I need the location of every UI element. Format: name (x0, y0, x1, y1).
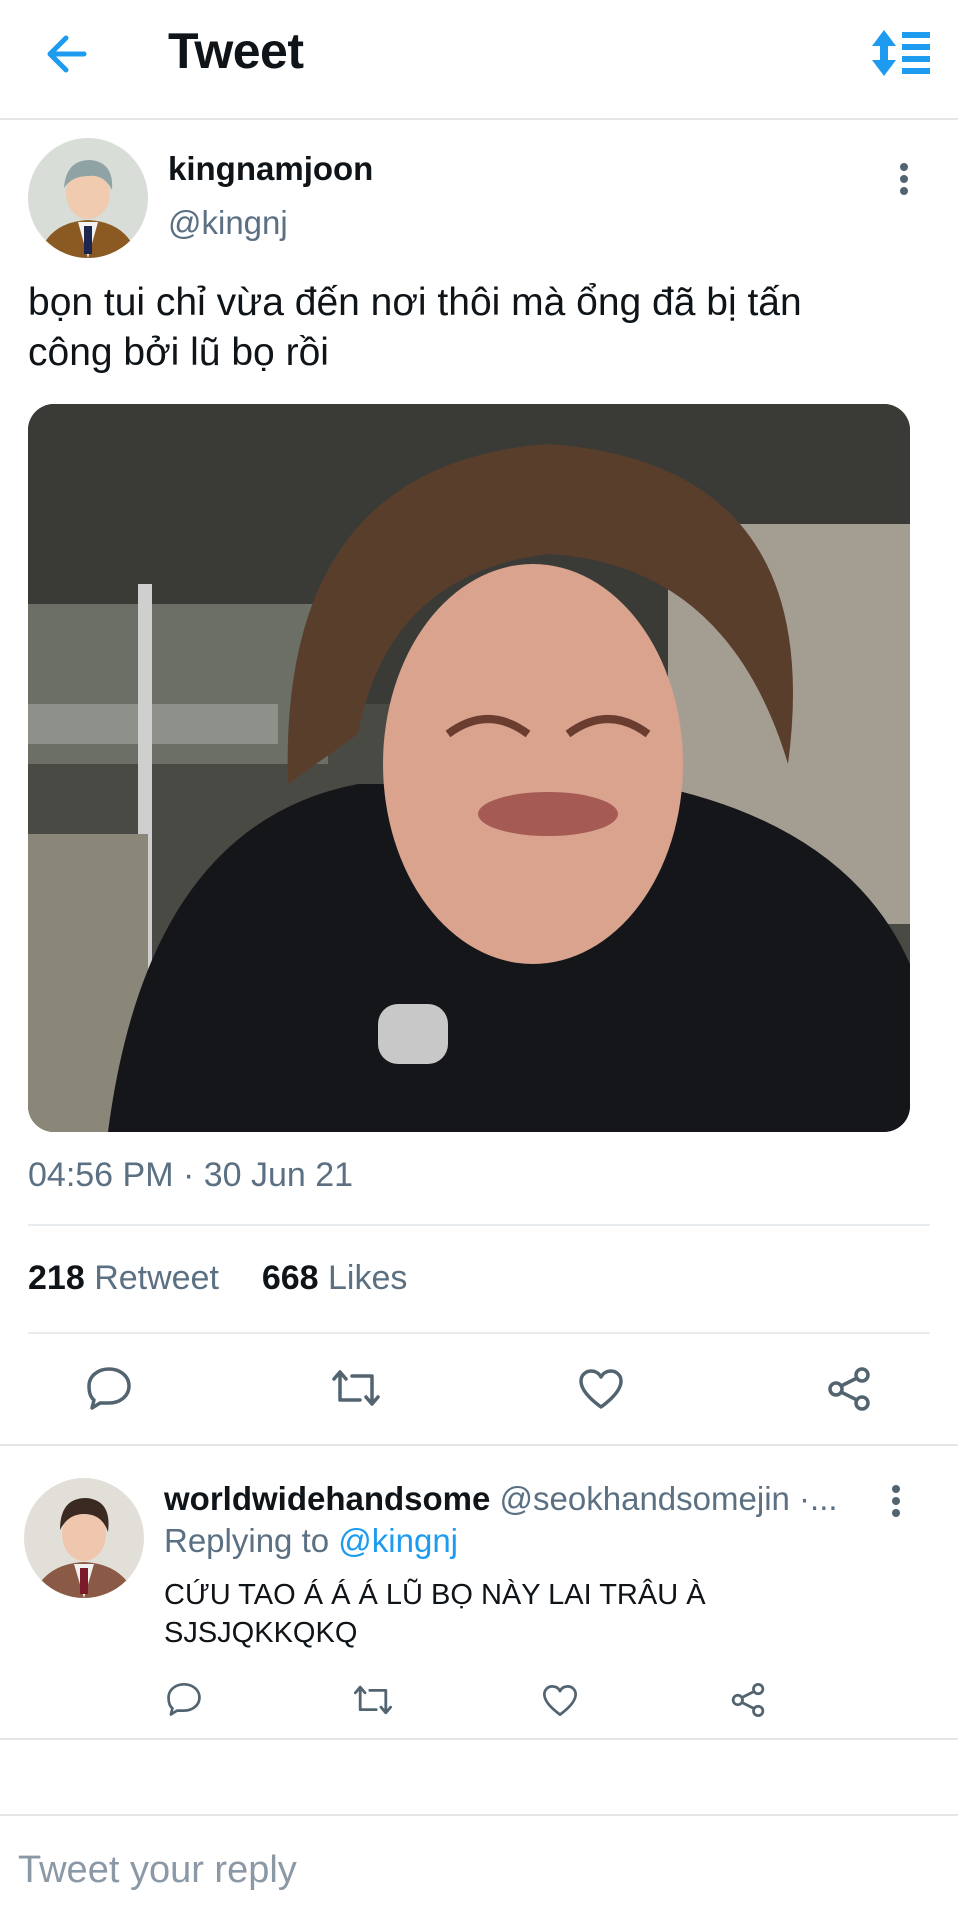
reply-retweet-icon[interactable] (352, 1684, 394, 1716)
tweet-text: bọn tui chỉ vừa đến nơi thôi mà ổng đã b… (28, 278, 802, 378)
top-bar: Tweet (0, 0, 958, 120)
tweet-text-line: công bởi lũ bọ rồi (28, 331, 329, 374)
like-label[interactable]: Likes (328, 1259, 407, 1297)
reply-author-avatar[interactable] (24, 1478, 144, 1598)
reply-display-name[interactable]: worldwidehandsome (164, 1480, 490, 1517)
reply-header: worldwidehandsome @seokhandsomejin ·... (164, 1480, 838, 1518)
tweet-photo[interactable] (28, 404, 910, 1132)
like-count[interactable]: 668 (262, 1259, 319, 1297)
replying-to-link[interactable]: @kingnj (338, 1522, 458, 1559)
reply-text-line: CỨU TAO Á Á Á LŨ BỌ NÀY LAI TRÂU À (164, 1579, 706, 1611)
sort-replies-icon[interactable] (870, 28, 932, 78)
page-title: Tweet (168, 23, 304, 79)
reply-more-options-icon[interactable] (890, 1484, 902, 1518)
back-arrow-icon[interactable] (44, 32, 88, 76)
share-icon[interactable] (826, 1366, 872, 1412)
divider (0, 1738, 958, 1740)
reply-share-icon[interactable] (730, 1682, 766, 1718)
like-icon[interactable] (578, 1368, 624, 1410)
reply-reply-icon[interactable] (166, 1682, 202, 1716)
divider (0, 1814, 958, 1816)
photo-image (28, 404, 910, 1132)
author-display-name[interactable]: kingnamjoon (168, 150, 373, 188)
divider (28, 1224, 930, 1226)
author-handle[interactable]: @kingnj (168, 204, 288, 242)
more-options-icon[interactable] (898, 162, 910, 196)
reply-text-line: SJSJQKKQKQ (164, 1617, 358, 1649)
retweet-count[interactable]: 218 (28, 1259, 85, 1297)
reply-like-icon[interactable] (542, 1684, 578, 1717)
replying-to-label: Replying to (164, 1522, 330, 1559)
retweet-label[interactable]: Retweet (94, 1259, 219, 1297)
tweet-text-line: bọn tui chỉ vừa đến nơi thôi mà ổng đã b… (28, 281, 802, 324)
retweet-icon[interactable] (330, 1368, 382, 1408)
reply-composer-input[interactable] (18, 1840, 918, 1900)
divider (0, 1444, 958, 1446)
reply-icon[interactable] (86, 1366, 132, 1410)
reply-text: CỨU TAO Á Á Á LŨ BỌ NÀY LAI TRÂU À SJSJQ… (164, 1576, 706, 1652)
tweet-timestamp[interactable]: 04:56 PM · 30 Jun 21 (28, 1156, 353, 1195)
reply-handle[interactable]: @seokhandsomejin ·... (500, 1480, 838, 1517)
replying-to: Replying to @kingnj (164, 1522, 458, 1560)
divider (28, 1332, 930, 1334)
author-avatar[interactable] (28, 138, 148, 258)
tweet-stats: 218 Retweet 668 Likes (28, 1259, 407, 1298)
